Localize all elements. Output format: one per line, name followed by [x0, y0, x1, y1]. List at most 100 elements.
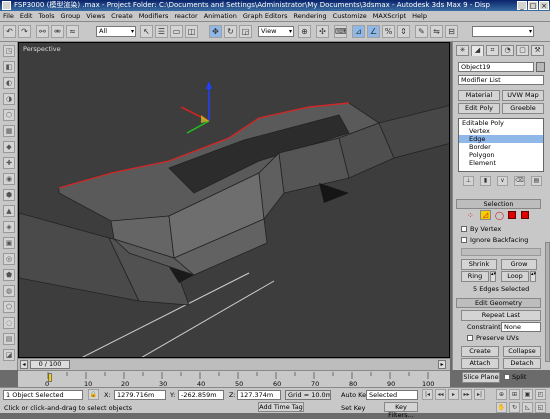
auto-key-dropdown[interactable]: Selected	[366, 390, 418, 400]
y-coordinate-field[interactable]: -262.859m	[178, 390, 224, 400]
hierarchy-tab-icon[interactable]: ⌗	[486, 45, 499, 56]
menu-group[interactable]: Group	[58, 11, 84, 22]
stack-item-editable-poly[interactable]: Editable Poly	[459, 119, 543, 127]
key-filters-button[interactable]: Key Filters...	[384, 402, 418, 419]
perspective-viewport[interactable]: Perspective	[18, 42, 450, 358]
time-slider-thumb[interactable]: 0 / 100	[30, 360, 70, 369]
edit-geometry-rollout-header[interactable]: Edit Geometry	[456, 298, 541, 308]
menu-rendering[interactable]: Rendering	[290, 11, 329, 22]
uvw-map-button[interactable]: UVW Map	[502, 90, 544, 101]
shrink-button[interactable]: Shrink	[461, 259, 497, 270]
tool-icon-18[interactable]: ◌	[3, 317, 15, 329]
tool-icon-4[interactable]: ◑	[3, 93, 15, 105]
tool-icon-15[interactable]: ⬟	[3, 269, 15, 281]
minimize-button[interactable]: _	[517, 1, 527, 10]
stack-item-border[interactable]: Border	[459, 143, 543, 151]
tool-icon-16[interactable]: ◍	[3, 285, 15, 297]
mirror-icon[interactable]: ⇋	[430, 25, 443, 38]
goto-start-icon[interactable]: |◂	[422, 389, 433, 400]
move-icon[interactable]: ✥	[209, 25, 222, 38]
tool-icon-3[interactable]: ◐	[3, 77, 15, 89]
tool-icon-14[interactable]: ◎	[3, 253, 15, 265]
create-tab-icon[interactable]: ✳	[456, 45, 469, 56]
vertex-mode-icon[interactable]: ⁘	[467, 211, 474, 220]
align-icon[interactable]: ⊟	[445, 25, 458, 38]
menu-animation[interactable]: Animation	[201, 11, 240, 22]
x-coordinate-field[interactable]: 1279.716m	[114, 390, 166, 400]
bind-space-warp-icon[interactable]: ≈	[66, 25, 79, 38]
menu-edit[interactable]: Edit	[17, 11, 36, 22]
field-of-view-icon[interactable]: ◺	[522, 402, 533, 413]
preserve-uvs-checkbox[interactable]	[467, 335, 473, 341]
next-frame-icon[interactable]: ▸	[438, 360, 446, 369]
goto-end-icon[interactable]: ▸|	[474, 389, 485, 400]
undo-icon[interactable]: ↶	[3, 25, 16, 38]
modify-tab-icon[interactable]: ◢	[471, 45, 484, 56]
viewport-label[interactable]: Perspective	[23, 45, 61, 53]
selection-rollout-header[interactable]: Selection	[456, 199, 541, 209]
make-unique-icon[interactable]: ∨	[497, 176, 508, 186]
loop-button[interactable]: Loop	[501, 271, 529, 282]
tool-icon-10[interactable]: ⬢	[3, 189, 15, 201]
tool-icon-5[interactable]: ⬡	[3, 109, 15, 121]
motion-tab-icon[interactable]: ◔	[501, 45, 514, 56]
select-object-icon[interactable]: ↖	[140, 25, 153, 38]
edit-named-selection-icon[interactable]: ✎	[415, 25, 428, 38]
zoom-all-icon[interactable]: ⊞	[509, 389, 520, 400]
grow-button[interactable]: Grow	[501, 259, 537, 270]
loop-spinner[interactable]: ▴▾	[530, 271, 536, 282]
lock-selection-icon[interactable]: 🔒	[88, 389, 99, 400]
maximize-button[interactable]: □	[528, 1, 538, 10]
polygon-mode-icon[interactable]	[508, 211, 516, 219]
menu-help[interactable]: Help	[409, 11, 430, 22]
menu-create[interactable]: Create	[108, 11, 136, 22]
pin-stack-icon[interactable]: ⊥	[463, 176, 474, 186]
modifier-list-dropdown[interactable]: Modifier List	[458, 75, 544, 85]
menu-tools[interactable]: Tools	[35, 11, 57, 22]
select-by-name-icon[interactable]: ☰	[155, 25, 168, 38]
percent-snap-icon[interactable]: %	[382, 25, 395, 38]
material-button[interactable]: Material	[458, 90, 500, 101]
scale-icon[interactable]: ◲	[239, 25, 252, 38]
stack-item-polygon[interactable]: Polygon	[459, 151, 543, 159]
reference-coord-dropdown[interactable]: View	[258, 26, 294, 37]
edit-poly-button[interactable]: Edit Poly	[458, 103, 500, 114]
play-icon[interactable]: ▸	[448, 389, 459, 400]
window-crossing-icon[interactable]: ◫	[185, 25, 198, 38]
modifier-stack[interactable]: Editable Poly Vertex Edge Border Polygon…	[458, 118, 544, 172]
greeble-button[interactable]: Greeble	[502, 103, 544, 114]
close-button[interactable]: ×	[539, 1, 549, 10]
object-name-field[interactable]: Object19	[458, 62, 534, 72]
angle-snap-icon[interactable]: ∠	[367, 25, 380, 38]
zoom-icon[interactable]: ⊕	[496, 389, 507, 400]
tool-icon-11[interactable]: ▲	[3, 205, 15, 217]
snap-toggle-icon[interactable]: ⊿	[352, 25, 365, 38]
region-select-icon[interactable]: ▭	[170, 25, 183, 38]
orbit-icon[interactable]: ↻	[509, 402, 520, 413]
link-icon[interactable]: ⚯	[36, 25, 49, 38]
tool-icon-6[interactable]: ▦	[3, 125, 15, 137]
remove-modifier-icon[interactable]: ⌫	[514, 176, 525, 186]
utilities-tab-icon[interactable]: ⚒	[531, 45, 544, 56]
object-color-swatch[interactable]	[536, 62, 545, 72]
by-vertex-checkbox[interactable]	[461, 226, 467, 232]
menu-views[interactable]: Views	[83, 11, 108, 22]
tool-icon-17[interactable]: ⬠	[3, 301, 15, 313]
detach-button[interactable]: Detach	[503, 358, 541, 369]
next-key-icon[interactable]: ▸▸	[461, 389, 472, 400]
zoom-extents-all-icon[interactable]: ◰	[535, 389, 546, 400]
menu-graph-editors[interactable]: Graph Editors	[240, 11, 291, 22]
constraints-dropdown[interactable]: None	[501, 322, 541, 332]
named-selection-dropdown[interactable]	[472, 26, 534, 37]
ring-spinner[interactable]: ▴▾	[490, 271, 496, 282]
stack-item-vertex[interactable]: Vertex	[459, 127, 543, 135]
ring-button[interactable]: Ring	[461, 271, 489, 282]
prev-frame-icon[interactable]: ◂	[20, 360, 28, 369]
edge-mode-icon[interactable]: ◿	[480, 210, 491, 220]
zoom-extents-icon[interactable]: ▣	[522, 389, 533, 400]
menu-maxscript[interactable]: MAXScript	[370, 11, 409, 22]
tool-icon-20[interactable]: ◪	[3, 349, 15, 361]
create-button[interactable]: Create	[461, 346, 499, 357]
configure-sets-icon[interactable]: ▤	[531, 176, 542, 186]
set-key-label[interactable]: Set Key	[341, 404, 366, 412]
